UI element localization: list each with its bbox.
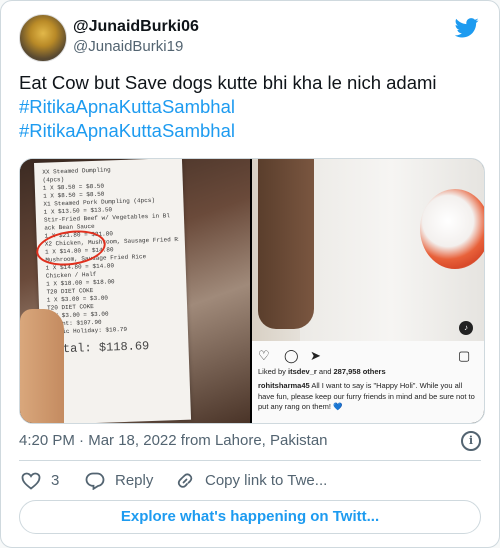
instagram-actions: ♡ ◯ ➤ ▢ <box>258 348 478 364</box>
receipt-total: Total: $118.69 <box>48 339 150 357</box>
reply-icon <box>85 472 105 491</box>
author-handle[interactable]: @JunaidBurki19 <box>73 37 199 57</box>
share-icon: ➤ <box>310 348 321 363</box>
arm <box>258 159 314 329</box>
football <box>420 189 484 269</box>
hand <box>20 309 64 423</box>
avatar[interactable] <box>19 14 67 62</box>
author-display-name[interactable]: @JunaidBurki06 <box>73 17 199 37</box>
comment-icon: ◯ <box>284 348 299 363</box>
likes-and: and <box>318 367 332 376</box>
tweet-card: @JunaidBurki06 @JunaidBurki19 Eat Cow bu… <box>0 0 500 548</box>
tweet-time[interactable]: 4:20 PM <box>19 432 75 449</box>
caption-user: rohitsharma45 <box>258 381 310 390</box>
heart-icon: ♡ <box>258 348 270 363</box>
like-count: 3 <box>51 472 60 489</box>
copy-link-label: Copy link to Twe... <box>205 472 328 489</box>
instagram-likes: Liked by itsdev_r and 287,958 others <box>258 367 480 377</box>
tweet-meta: 4:20 PM · Mar 18, 2022 from Lahore, Paki… <box>19 431 481 451</box>
tweet-body: Eat Cow but Save dogs kutte bhi kha le n… <box>19 72 437 93</box>
tweet-date[interactable]: Mar 18, 2022 <box>88 432 176 449</box>
reply-button[interactable]: Reply <box>85 469 153 493</box>
hashtag-link[interactable]: #RitikaApnaKuttaSambhal <box>19 95 481 119</box>
divider <box>19 460 481 461</box>
tweet-header: @JunaidBurki06 @JunaidBurki19 <box>19 14 481 62</box>
receipt-photo[interactable]: XX Steamed Dumpling (4pcs) 1 X $8.50 = $… <box>20 159 250 423</box>
instagram-caption: rohitsharma45 All I want to say is "Happ… <box>258 381 480 413</box>
info-icon[interactable]: i <box>461 431 481 451</box>
tweet-actions: 3 Reply Copy link to Twe... <box>19 469 481 493</box>
tweet-text: Eat Cow but Save dogs kutte bhi kha le n… <box>19 71 481 143</box>
tweet-location: from Lahore, Pakistan <box>180 432 328 449</box>
likes-others: 287,958 others <box>333 367 386 376</box>
author-names: @JunaidBurki06 @JunaidBurki19 <box>73 17 199 57</box>
like-button[interactable]: 3 <box>21 469 59 493</box>
explore-button[interactable]: Explore what's happening on Twitt... <box>19 500 481 534</box>
likes-prefix: Liked by <box>258 367 286 376</box>
hashtag-link[interactable]: #RitikaApnaKuttaSambhal <box>19 119 481 143</box>
instagram-video: ♪ <box>252 159 484 341</box>
sound-icon: ♪ <box>459 321 473 335</box>
twitter-bird-icon[interactable] <box>455 18 479 38</box>
tweet-media[interactable]: XX Steamed Dumpling (4pcs) 1 X $8.50 = $… <box>19 158 485 424</box>
heart-icon <box>21 472 41 490</box>
likes-user: itsdev_r <box>288 367 317 376</box>
link-icon <box>177 473 193 488</box>
copy-link-button[interactable]: Copy link to Twe... <box>175 469 327 493</box>
instagram-screenshot[interactable]: ♪ ♡ ◯ ➤ ▢ Liked by itsdev_r and 287,958 … <box>252 159 484 423</box>
meta-separator: · <box>74 432 89 449</box>
reply-label: Reply <box>115 472 154 489</box>
bookmark-icon: ▢ <box>458 348 471 363</box>
